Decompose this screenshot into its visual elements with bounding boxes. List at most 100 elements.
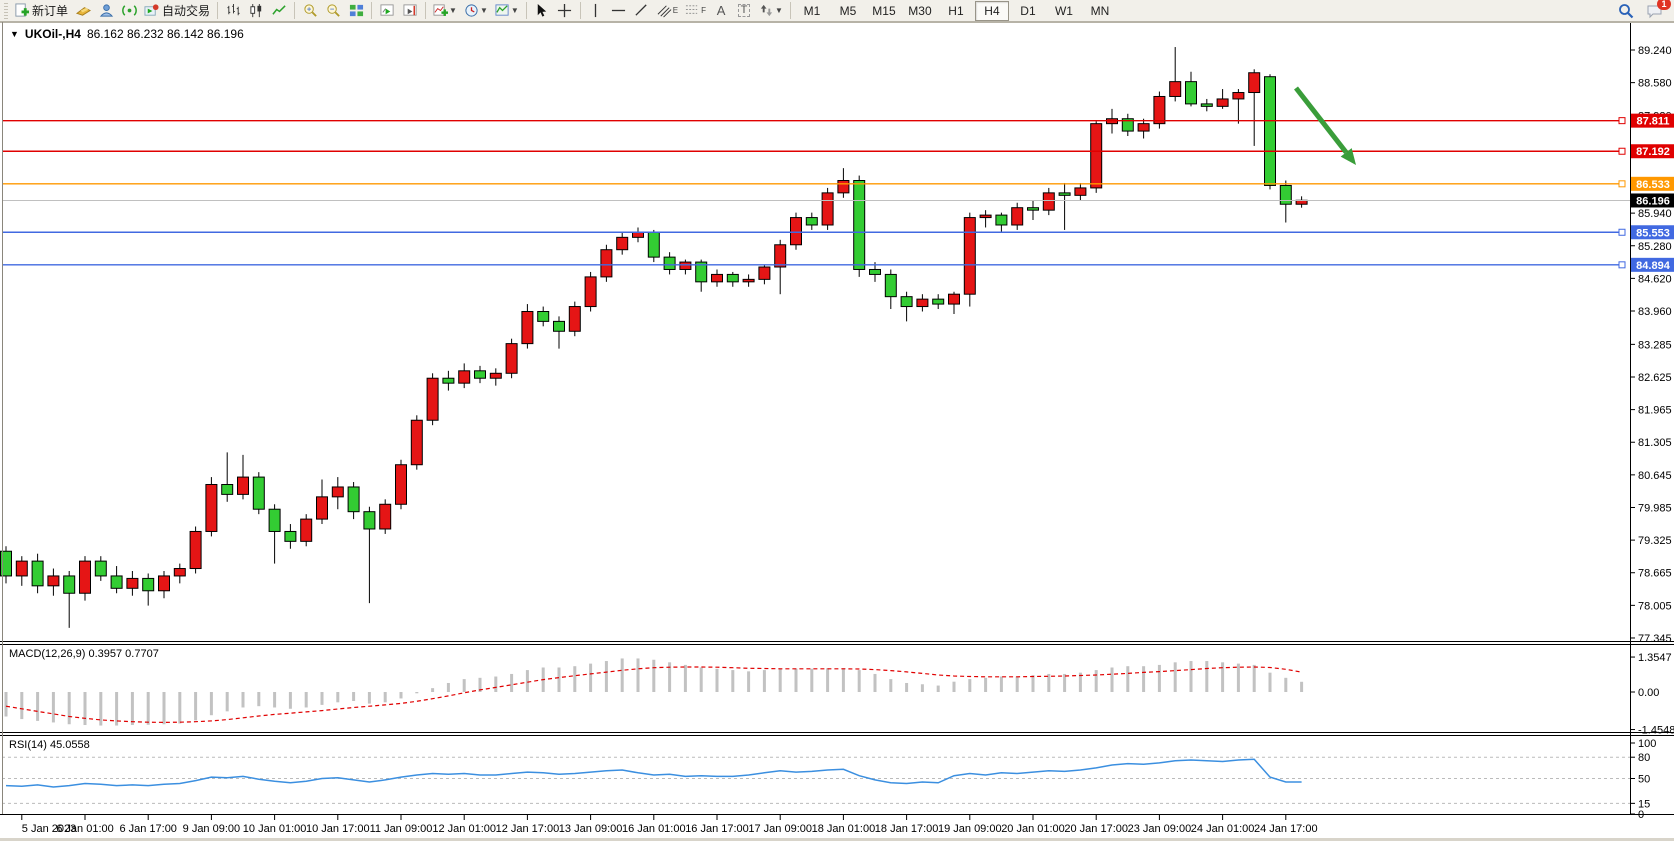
macd-histogram-bar [68,692,71,724]
price-axis-tick-label: 82.625 [1638,372,1672,384]
level-line-handle[interactable] [1619,229,1625,235]
date-axis-label: 18 Jan 01:00 [812,823,876,835]
auto-scroll-button[interactable] [376,1,398,21]
candle-body [822,193,833,225]
date-axis-label: 20 Jan 17:00 [1064,823,1128,835]
candle-body [222,484,233,494]
candle-body [143,578,154,590]
text-tool-button[interactable]: A [710,1,732,21]
template-button[interactable]: ▼ [492,1,522,21]
candle-body [1186,82,1197,104]
expert-advisors-button[interactable] [72,1,94,21]
toolbar-grip[interactable] [4,3,8,19]
candle-body [1043,193,1054,210]
candle-body [317,497,328,519]
period-button[interactable]: ▼ [461,1,491,21]
candle-body [617,237,628,249]
date-axis-label: 17 Jan 09:00 [748,823,812,835]
timeframe-M30[interactable]: M30 [903,1,937,21]
candlestick-chart-canvas[interactable]: 89.24088.58087.92085.94085.28084.62083.9… [0,22,1674,841]
separator [217,2,218,19]
tile-windows-button[interactable] [345,1,367,21]
macd-histogram-bar [36,692,39,721]
candle-body [727,274,738,281]
candle-body [1012,208,1023,225]
timeframe-H4[interactable]: H4 [975,1,1009,21]
macd-histogram-bar [810,669,813,692]
trendline-icon [634,3,649,18]
channel-tool-button[interactable]: E [654,1,681,21]
market-profile-button[interactable] [95,1,117,21]
candle-body [364,512,375,529]
candle-body [80,561,91,593]
candle-body [680,262,691,269]
rsi-axis-tick-label: 50 [1638,774,1650,786]
timeframe-M15[interactable]: M15 [867,1,901,21]
candle-body [32,561,43,586]
candle-body [348,487,359,512]
price-axis-tick-label: 79.985 [1638,502,1672,514]
macd-histogram-bar [1237,664,1240,692]
new-order-label: 新订单 [32,2,68,19]
timeframe-MN[interactable]: MN [1083,1,1117,21]
level-line-handle[interactable] [1619,262,1625,268]
dropdown-caret-icon: ▼ [511,6,519,15]
candle-body [427,378,438,420]
candle-body [743,279,754,281]
autotrade-button[interactable]: 自动交易 [141,1,213,21]
fibonacci-tool-button[interactable]: F [682,1,709,21]
rsi-axis-tick-label: 80 [1638,752,1650,764]
level-line-handle[interactable] [1619,118,1625,124]
new-order-button[interactable]: 新订单 [11,1,71,21]
macd-histogram-bar [795,669,798,692]
chart-shift-button[interactable] [399,1,421,21]
macd-histogram-bar [968,679,971,692]
separator [425,2,426,19]
price-axis-badge-label: 84.894 [1636,260,1671,272]
price-axis-tick-label: 78.665 [1638,568,1672,580]
arrows-tool-button[interactable]: ▼ [756,1,786,21]
label-tool-button[interactable]: T [733,1,755,21]
candle-body [1154,96,1165,123]
timeframe-M5[interactable]: M5 [831,1,865,21]
price-axis-tick-label: 79.325 [1638,535,1672,547]
trendline-tool-button[interactable] [631,1,653,21]
candle-body [475,371,486,378]
timeframe-W1[interactable]: W1 [1047,1,1081,21]
price-axis-tick-label: 85.280 [1638,241,1672,253]
zoom-in-button[interactable] [299,1,321,21]
line-chart-mode-button[interactable] [268,1,290,21]
price-axis-tick-label: 81.965 [1638,405,1672,417]
macd-histogram-bar [842,668,845,692]
notifications-button[interactable]: 1 [1643,1,1666,21]
timeframe-H1[interactable]: H1 [939,1,973,21]
crosshair-tool-button[interactable] [554,1,576,21]
search-button[interactable] [1615,1,1637,21]
bar-chart-mode-button[interactable] [222,1,244,21]
level-line-handle[interactable] [1619,148,1625,154]
vertical-line-tool-button[interactable] [585,1,607,21]
price-axis-badge-label: 87.192 [1636,146,1670,158]
line-chart-icon [272,3,287,18]
timeframe-D1[interactable]: D1 [1011,1,1045,21]
macd-histogram-bar [558,667,561,692]
level-line-handle[interactable] [1619,181,1625,187]
timeframe-M1[interactable]: M1 [795,1,829,21]
zoom-out-button[interactable] [322,1,344,21]
macd-histogram-bar [1016,677,1019,692]
candle-body [1075,188,1086,195]
chart-collapse-icon[interactable]: ▼ [10,29,19,39]
add-indicator-button[interactable]: ▼ [430,1,460,21]
candle-body [206,484,217,531]
chart-shift-icon [403,3,418,18]
price-axis-badge-label: 86.196 [1636,195,1670,207]
candle-body [301,519,312,541]
horizontal-line-tool-button[interactable] [608,1,630,21]
candle-chart-mode-button[interactable] [245,1,267,21]
price-axis-tick-label: 85.940 [1638,208,1672,220]
cursor-tool-button[interactable] [531,1,553,21]
candle-body [174,569,185,576]
candle-body [1091,124,1102,188]
signals-button[interactable] [118,1,140,21]
macd-axis-tick-label: 0.00 [1638,687,1659,699]
